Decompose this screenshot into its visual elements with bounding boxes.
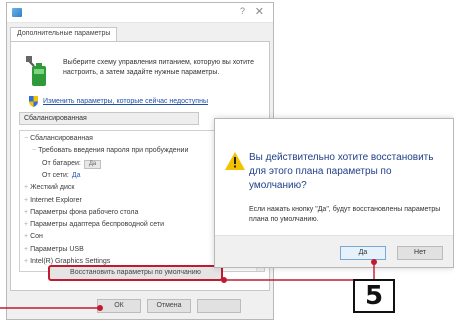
tree-item-label: Требовать введения пароля при пробуждени… [38,147,189,155]
yes-button[interactable]: Да [340,246,386,260]
cancel-button[interactable]: Отмена [147,299,191,313]
tree-item-label: Параметры фона рабочего стола [30,208,139,216]
tree-item-label: Параметры USB [30,245,84,253]
help-button[interactable]: ? [240,6,245,16]
tree-item[interactable]: − Сбалансированная [24,134,93,144]
tree-item-label: Internet Explorer [30,196,82,204]
change-unavailable-settings-link[interactable]: Изменить параметры, которые сейчас недос… [43,98,208,105]
tree-item-label: Intel(R) Graphics Settings [30,258,111,265]
confirm-title-bar [215,119,453,141]
confirm-restore-dialog: Вы действительно хотите восстановить для… [214,118,454,268]
tree-expander-icon[interactable]: + [24,233,28,240]
tree-item[interactable]: + Параметры фона рабочего стола [24,208,138,218]
tree-expander-icon[interactable]: − [24,135,28,142]
battery-password-combo[interactable]: Да [83,159,102,169]
tree-item-label: Жесткий диск [30,184,75,192]
ok-button[interactable]: ОК [97,299,141,313]
tree-item[interactable]: + Параметры USB [24,245,84,255]
tree-item-label: Сон [30,233,43,241]
confirm-footer: Да Нет [215,235,453,267]
tree-item[interactable]: − Требовать введения пароля при пробужден… [32,146,188,156]
tree-expander-icon[interactable]: + [24,197,28,204]
apply-button[interactable] [197,299,241,313]
tree-item[interactable]: + Internet Explorer [24,196,82,206]
tree-item-label: Сбалансированная [30,135,93,142]
confirm-detail: Если нажать кнопку "Да", будут восстанов… [249,206,441,223]
intro-text: Выберите схему управления питанием, кото… [63,59,255,76]
title-bar: ? ✕ [7,3,273,23]
ac-password-value-link[interactable]: Да [72,172,81,179]
confirm-question: Вы действительно хотите восстановить для… [249,152,434,191]
restore-defaults-button[interactable]: Восстановить параметры по умолчанию [48,265,223,281]
tree-item-label: Параметры адаптера беспроводной сети [30,221,165,229]
power-plan-select[interactable]: Сбалансированная [19,112,199,125]
tree-item[interactable]: От сети: Да [42,171,80,181]
shield-icon [29,96,38,107]
tree-item-label: От сети: [42,171,69,179]
power-options-icon [12,8,22,17]
tree-item-label: От батареи: [42,159,81,167]
tree-expander-icon[interactable]: + [24,221,28,228]
tree-expander-icon[interactable]: + [24,246,28,253]
tree-item[interactable]: + Жесткий диск [24,183,74,193]
tree-expander-icon[interactable]: + [24,258,28,265]
tree-item[interactable]: + Сон [24,232,43,242]
tree-expander-icon[interactable]: − [32,147,36,154]
tree-item[interactable]: От батареи: Да [42,159,102,169]
warning-icon [225,152,245,170]
tree-expander-icon[interactable]: + [24,184,28,191]
tab-advanced-settings[interactable]: Дополнительные параметры [10,27,118,41]
step-number-badge: 5 [353,279,395,313]
close-button[interactable]: ✕ [255,5,264,18]
no-button[interactable]: Нет [397,246,443,260]
tree-expander-icon[interactable]: + [24,209,28,216]
battery-plug-icon [26,56,46,86]
tree-item[interactable]: + Параметры адаптера беспроводной сети [24,220,164,230]
